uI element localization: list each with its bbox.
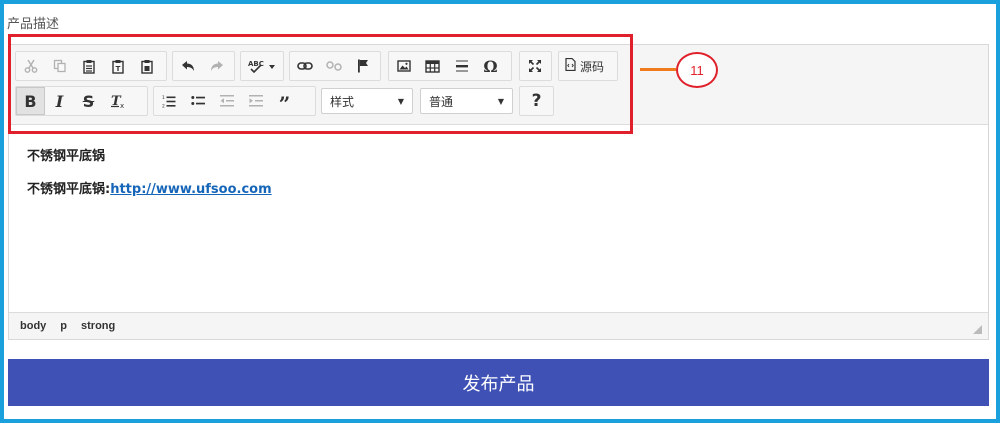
toolbar-highlight-box [8, 34, 633, 134]
publish-button[interactable]: 发布产品 [8, 359, 989, 406]
content-line-1: 不锈钢平底锅 [27, 149, 106, 164]
path-item-body[interactable]: body [20, 320, 46, 332]
content-line-2: 不锈钢平底锅:http://www.ufsoo.com [27, 178, 272, 197]
callout-badge: 11 [676, 52, 718, 88]
resize-grip-icon[interactable] [973, 325, 982, 334]
path-item-p[interactable]: p [60, 320, 67, 332]
element-path-bar: body p strong [9, 312, 988, 339]
path-item-strong[interactable]: strong [81, 320, 115, 332]
callout-line [640, 68, 676, 71]
content-line-2-prefix: 不锈钢平底锅: [27, 182, 111, 197]
editor-content[interactable]: 不锈钢平底锅 不锈钢平底锅:http://www.ufsoo.com [27, 145, 272, 211]
content-link[interactable]: http://www.ufsoo.com [110, 182, 271, 197]
field-label: 产品描述 [7, 17, 60, 32]
